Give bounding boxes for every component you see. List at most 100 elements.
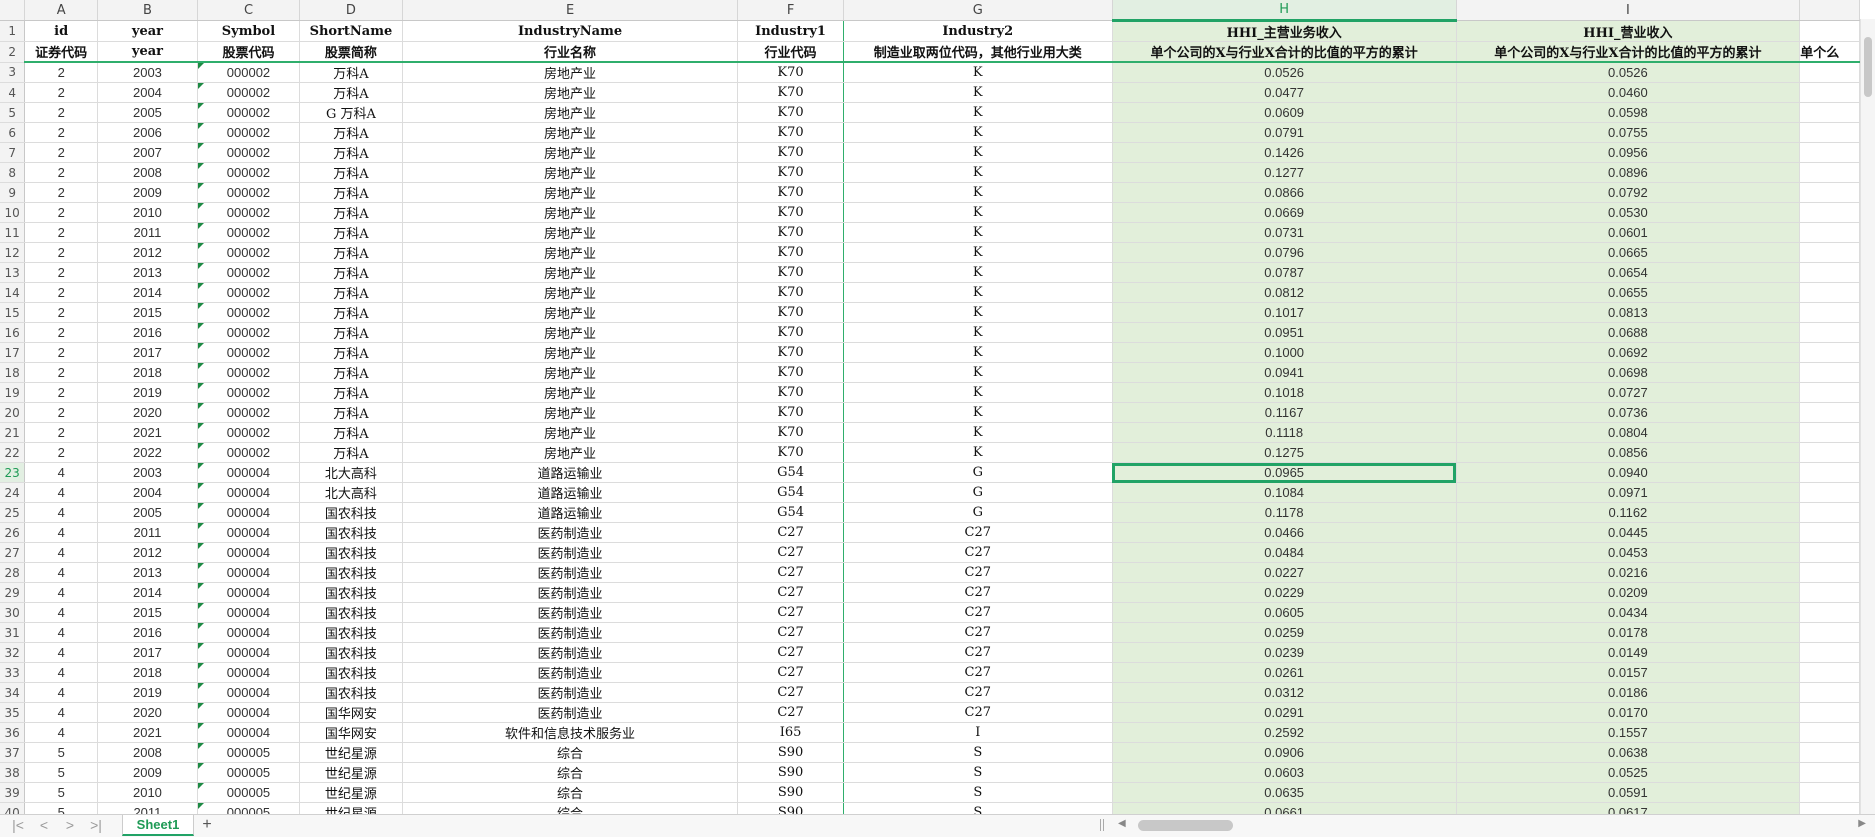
row-header[interactable]: 14 — [0, 282, 26, 303]
table-cell[interactable]: 医药制造业 — [402, 702, 739, 723]
table-cell[interactable]: 000004 — [197, 682, 301, 703]
table-cell[interactable]: 0.0755 — [1456, 122, 1801, 143]
header-cell[interactable]: 证券代码 — [24, 41, 99, 63]
table-cell[interactable]: G54 — [737, 462, 844, 483]
table-cell-overflow[interactable] — [1799, 102, 1860, 123]
table-cell[interactable]: C27 — [843, 522, 1113, 543]
table-cell[interactable]: 0.0239 — [1112, 642, 1457, 663]
table-cell[interactable]: C27 — [737, 582, 844, 603]
table-cell[interactable]: 房地产业 — [402, 222, 739, 243]
table-cell[interactable]: 万科A — [299, 382, 403, 403]
table-cell[interactable]: 万科A — [299, 62, 403, 83]
row-header[interactable]: 18 — [0, 362, 26, 383]
table-cell[interactable]: 2017 — [97, 642, 198, 663]
row-header[interactable]: 36 — [0, 722, 26, 743]
table-cell[interactable]: 2 — [24, 362, 99, 383]
table-cell[interactable]: 2 — [24, 162, 99, 183]
table-cell[interactable]: 0.0638 — [1456, 742, 1801, 763]
horizontal-scrollbar[interactable]: ◀ ▶ — [1110, 818, 1870, 832]
table-cell[interactable]: 0.0941 — [1112, 362, 1457, 383]
table-cell[interactable]: C27 — [737, 702, 844, 723]
table-cell-overflow[interactable] — [1799, 562, 1860, 583]
table-cell[interactable]: 2016 — [97, 622, 198, 643]
spreadsheet-grid[interactable]: ABCDEFGHI 1 id year Symbol ShortName Industry… — [0, 0, 1860, 814]
table-cell[interactable]: 国华网安 — [299, 702, 403, 723]
table-cell[interactable]: 2 — [24, 442, 99, 463]
table-cell[interactable]: 0.0654 — [1456, 262, 1801, 283]
header-cell[interactable]: Industry2 — [843, 20, 1113, 42]
table-cell[interactable]: 0.0617 — [1456, 802, 1801, 814]
table-cell[interactable]: 0.0453 — [1456, 542, 1801, 563]
table-cell-overflow[interactable] — [1799, 762, 1860, 783]
table-cell[interactable]: 2 — [24, 302, 99, 323]
table-cell[interactable]: 房地产业 — [402, 442, 739, 463]
table-cell[interactable]: K70 — [737, 322, 844, 343]
table-cell[interactable]: 房地产业 — [402, 82, 739, 103]
header-cell[interactable]: 制造业取两位代码，其他行业用大类 — [843, 41, 1113, 63]
header-cell[interactable]: IndustryName — [402, 20, 739, 42]
header-cell[interactable]: Symbol — [197, 20, 301, 42]
table-cell[interactable]: 0.0216 — [1456, 562, 1801, 583]
table-cell[interactable]: K70 — [737, 242, 844, 263]
table-cell[interactable]: C27 — [843, 562, 1113, 583]
table-cell[interactable]: 2 — [24, 262, 99, 283]
table-cell[interactable]: 5 — [24, 802, 99, 814]
table-cell[interactable]: 000004 — [197, 722, 301, 743]
table-cell[interactable]: 0.0259 — [1112, 622, 1457, 643]
table-cell[interactable]: 0.0692 — [1456, 342, 1801, 363]
table-cell-overflow[interactable] — [1799, 502, 1860, 523]
table-cell[interactable]: 2015 — [97, 302, 198, 323]
row-header[interactable]: 16 — [0, 322, 26, 343]
header-cell-overflow[interactable] — [1799, 20, 1860, 42]
table-cell[interactable]: 4 — [24, 682, 99, 703]
table-cell[interactable]: 国农科技 — [299, 542, 403, 563]
table-cell[interactable]: 2020 — [97, 402, 198, 423]
table-cell[interactable]: K70 — [737, 302, 844, 323]
row-header[interactable]: 6 — [0, 122, 26, 143]
table-cell[interactable]: C27 — [737, 642, 844, 663]
table-cell[interactable]: 世纪星源 — [299, 782, 403, 803]
table-cell[interactable]: C27 — [843, 622, 1113, 643]
table-cell[interactable]: C27 — [737, 562, 844, 583]
table-cell[interactable]: 0.0731 — [1112, 222, 1457, 243]
table-cell[interactable]: C27 — [737, 542, 844, 563]
table-cell[interactable]: 000002 — [197, 62, 301, 83]
row-header[interactable]: 20 — [0, 402, 26, 423]
table-cell[interactable]: 道路运输业 — [402, 482, 739, 503]
column-header-b[interactable]: B — [97, 0, 198, 21]
row-header[interactable]: 21 — [0, 422, 26, 443]
table-cell[interactable]: S90 — [737, 782, 844, 803]
table-cell[interactable]: 000004 — [197, 702, 301, 723]
table-cell[interactable]: 2 — [24, 142, 99, 163]
table-cell[interactable]: K70 — [737, 122, 844, 143]
table-cell[interactable]: 0.0525 — [1456, 762, 1801, 783]
table-cell[interactable]: 2018 — [97, 662, 198, 683]
table-cell[interactable]: 北大高科 — [299, 462, 403, 483]
table-cell-overflow[interactable] — [1799, 682, 1860, 703]
table-cell[interactable]: 0.0186 — [1456, 682, 1801, 703]
table-cell[interactable]: 2004 — [97, 482, 198, 503]
table-cell[interactable]: 000004 — [197, 562, 301, 583]
table-cell[interactable]: 000004 — [197, 602, 301, 623]
table-cell[interactable]: C27 — [737, 662, 844, 683]
table-cell[interactable]: 4 — [24, 562, 99, 583]
table-cell[interactable]: K — [843, 82, 1113, 103]
table-cell[interactable]: 国华网安 — [299, 722, 403, 743]
table-cell-overflow[interactable] — [1799, 802, 1860, 814]
table-cell[interactable]: K — [843, 282, 1113, 303]
table-cell[interactable]: 综合 — [402, 762, 739, 783]
table-cell[interactable]: 2015 — [97, 602, 198, 623]
table-cell[interactable]: 000002 — [197, 102, 301, 123]
table-cell[interactable]: 000004 — [197, 622, 301, 643]
table-cell[interactable]: 国农科技 — [299, 522, 403, 543]
header-cell[interactable]: year — [97, 41, 198, 63]
table-cell[interactable]: 4 — [24, 602, 99, 623]
table-cell[interactable]: 000002 — [197, 402, 301, 423]
row-header[interactable]: 7 — [0, 142, 26, 163]
prev-sheet-icon[interactable]: < — [36, 817, 52, 833]
table-cell[interactable]: 0.1000 — [1112, 342, 1457, 363]
row-header[interactable]: 12 — [0, 242, 26, 263]
table-cell[interactable]: 0.0466 — [1112, 522, 1457, 543]
row-header[interactable]: 31 — [0, 622, 26, 643]
table-cell[interactable]: K70 — [737, 402, 844, 423]
